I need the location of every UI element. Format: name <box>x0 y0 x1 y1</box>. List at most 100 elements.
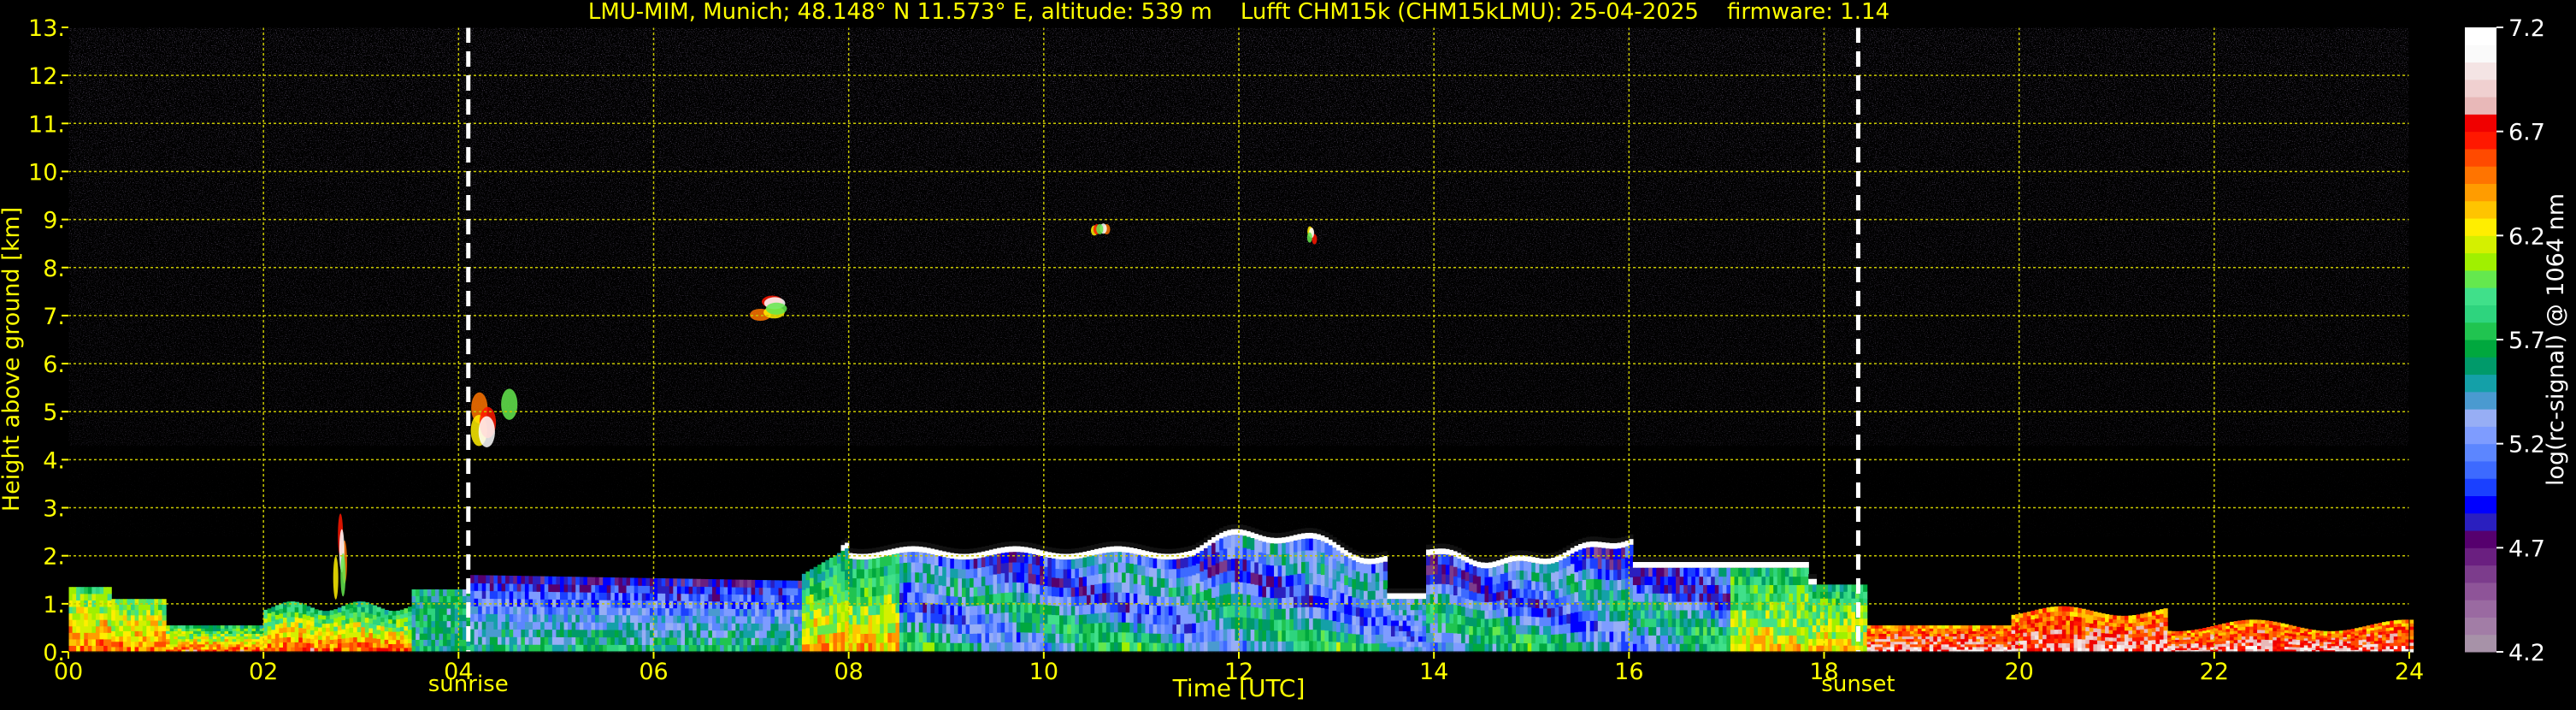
bl-cell <box>1531 562 1536 572</box>
bl-cell <box>416 620 421 628</box>
bl-top-white <box>1542 558 1548 565</box>
bl-cell <box>1777 618 1782 628</box>
bl-cell <box>72 645 77 653</box>
bl-top-edge <box>1679 557 1684 562</box>
bl-cell <box>1188 565 1193 577</box>
bl-cell <box>1172 633 1177 643</box>
bl-cell <box>1024 572 1029 583</box>
bl-cell <box>139 604 144 611</box>
bl-cell <box>1761 584 1766 594</box>
bl-cell <box>723 594 728 602</box>
bl-top-edge <box>1418 588 1424 594</box>
bl-cell <box>1133 632 1138 643</box>
bl-cell <box>926 622 932 633</box>
bl-cell <box>1480 618 1486 628</box>
bl-cell <box>1254 640 1259 653</box>
bl-cell <box>306 629 311 635</box>
bl-cell <box>1554 598 1559 608</box>
bl-cell <box>1551 563 1556 573</box>
bl-cell <box>1180 614 1185 624</box>
bl-cell <box>1664 584 1669 594</box>
bl-cell <box>977 642 982 653</box>
bl-cell <box>1449 584 1454 595</box>
bl-cell <box>1382 597 1388 607</box>
bl-cell <box>154 614 159 621</box>
bl-cell <box>1535 607 1540 618</box>
bl-cell <box>107 632 112 640</box>
bl-cell <box>1000 592 1005 603</box>
bl-cell <box>934 603 940 614</box>
bl-cell <box>965 577 970 589</box>
bl-cell <box>408 642 413 648</box>
bl-cell <box>396 635 401 641</box>
bl-top-white <box>1808 578 1813 585</box>
bl-cell <box>606 584 611 593</box>
bl-cell <box>696 601 701 609</box>
bl-cell <box>1812 584 1817 592</box>
bl-cell <box>1773 609 1778 619</box>
bl-cell <box>1347 624 1353 634</box>
bl-cell <box>1601 568 1606 580</box>
bl-cell <box>1434 593 1439 604</box>
bl-cell <box>1230 628 1236 641</box>
bl-cell <box>1695 601 1701 611</box>
bl-cell <box>150 641 155 648</box>
bl-cell <box>1784 584 1790 594</box>
bl-cell <box>1441 632 1447 643</box>
bl-cell <box>1695 609 1701 619</box>
bl-cell <box>423 633 428 640</box>
bl-cell <box>80 619 85 627</box>
bl-cell <box>368 632 374 638</box>
bl-cell <box>1730 584 1736 594</box>
bl-cell <box>598 636 604 645</box>
bl-cell <box>1328 577 1334 589</box>
bl-cell <box>1784 643 1790 653</box>
bl-cell <box>291 631 296 637</box>
bl-cell <box>716 586 721 595</box>
bl-cell <box>72 638 77 647</box>
bl-cell <box>1105 622 1111 633</box>
bl-cell <box>1641 626 1646 636</box>
bl-cell <box>626 577 631 586</box>
bl-cell <box>903 622 908 633</box>
bl-cell <box>852 633 858 643</box>
bl-cell <box>1070 577 1076 588</box>
bl-cell <box>856 559 861 570</box>
bl-cell <box>540 606 545 615</box>
bl-cell <box>68 645 74 653</box>
bl-cell <box>1551 634 1556 644</box>
bl-cell <box>1051 558 1057 569</box>
bl-cell <box>852 568 858 578</box>
bl-cell <box>790 588 795 595</box>
bl-cell <box>1742 567 1747 577</box>
bl-cell <box>1394 614 1400 621</box>
bl-cell <box>883 584 888 595</box>
bl-cell <box>1667 576 1673 585</box>
bl-cell <box>384 622 389 628</box>
bl-cell <box>598 584 604 593</box>
bl-cell <box>1586 547 1591 559</box>
bl-top-edge <box>1574 541 1579 547</box>
bl-cell <box>68 619 74 627</box>
bl-top-edge <box>1488 557 1494 563</box>
bl-cell <box>1082 566 1088 577</box>
bl-cell <box>404 625 409 631</box>
bl-cell <box>1699 618 1704 628</box>
bl-cell <box>131 641 136 648</box>
bl-cell <box>938 642 943 653</box>
bl-cell <box>579 584 584 593</box>
bl-cell <box>962 633 967 643</box>
bl-cell <box>434 601 440 609</box>
bl-cell <box>1586 600 1591 611</box>
bl-cell <box>1145 565 1150 577</box>
bl-top-white <box>1211 536 1217 543</box>
bl-cell <box>291 626 296 633</box>
bl-cell <box>115 630 120 637</box>
bl-cell <box>427 614 432 622</box>
bl-cell <box>1105 642 1111 653</box>
bl-cell <box>489 598 495 606</box>
bl-top-edge <box>1644 557 1649 562</box>
bl-cell <box>87 619 92 627</box>
bl-cell <box>821 606 826 617</box>
bl-cell <box>872 567 877 578</box>
